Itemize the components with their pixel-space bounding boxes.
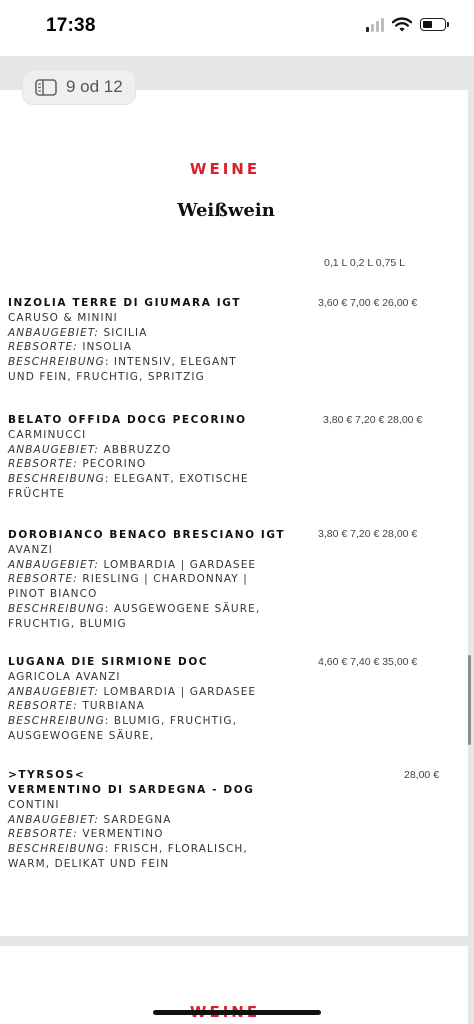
wine-grape: REBSORTE: RIESLING | CHARDONNAY | bbox=[8, 573, 248, 586]
wine-description-cont: FRÜCHTE bbox=[8, 487, 65, 500]
wine-price: 28,00 € bbox=[404, 769, 440, 781]
scrollbar[interactable] bbox=[468, 655, 471, 745]
wine-item: INZOLIA TERRE DI GIUMARA IGT CARUSO & MI… bbox=[8, 296, 448, 385]
wine-price: 3,80 € 7,20 € 28,00 € bbox=[318, 528, 418, 540]
wine-description: BESCHREIBUNG: ELEGANT, EXOTISCHE bbox=[8, 473, 249, 486]
wine-region: ANBAUGEBIET: LOMBARDIA | GARDASEE bbox=[8, 558, 257, 571]
wine-producer: AVANZI bbox=[8, 544, 53, 556]
wine-region: ANBAUGEBIET: SICILIA bbox=[8, 326, 148, 339]
page-indicator-label: 9 od 12 bbox=[66, 77, 123, 96]
wine-producer: CARMINUCCI bbox=[8, 429, 87, 441]
cellular-signal-icon bbox=[366, 17, 384, 32]
wine-item: DOROBIANCO BENACO BRESCIANO IGT AVANZI A… bbox=[8, 528, 448, 631]
wine-name: >TYRSOS< bbox=[8, 769, 86, 781]
wine-description-cont: WARM, DELIKAT UND FEIN bbox=[8, 857, 170, 870]
wine-description: BESCHREIBUNG: FRISCH, FLORALISCH, bbox=[8, 843, 248, 856]
wine-region: ANBAUGEBIET: LOMBARDIA | GARDASEE bbox=[8, 685, 257, 698]
wine-description-cont: FRUCHTIG, BLUMIG bbox=[8, 617, 127, 630]
wine-grape: REBSORTE: PECORINO bbox=[8, 458, 147, 471]
status-bar: 17:38 bbox=[0, 0, 474, 56]
wine-description: BESCHREIBUNG: INTENSIV, ELEGANT bbox=[8, 356, 237, 369]
wine-item: BELATO OFFIDA DOCG PECORINO CARMINUCCI A… bbox=[8, 413, 448, 502]
wine-price: 3,60 € 7,00 € 26,00 € bbox=[318, 297, 418, 309]
sidebar-icon bbox=[35, 78, 57, 96]
wifi-icon bbox=[392, 17, 412, 32]
wine-item: LUGANA DIE SIRMIONE DOC AGRICOLA AVANZI … bbox=[8, 655, 448, 744]
bottle-sizes-header: 0,1 L 0,2 L 0,75 L bbox=[324, 257, 405, 269]
wine-region: ANBAUGEBIET: ABBRUZZO bbox=[8, 443, 172, 456]
wine-grape: REBSORTE: VERMENTINO bbox=[8, 828, 164, 841]
wine-producer: AGRICOLA AVANZI bbox=[8, 671, 121, 683]
wine-producer: CARUSO & MININI bbox=[8, 312, 118, 324]
subsection-title: Weißwein bbox=[177, 200, 275, 221]
wine-grape: REBSORTE: INSOLIA bbox=[8, 341, 133, 354]
wine-item: >TYRSOS< VERMENTINO DI SARDEGNA - DOG CO… bbox=[8, 768, 448, 872]
wine-description: BESCHREIBUNG: AUSGEWOGENE SÄURE, bbox=[8, 602, 261, 615]
wine-name-cont: VERMENTINO DI SARDEGNA - DOG bbox=[8, 784, 255, 796]
status-time: 17:38 bbox=[46, 15, 96, 36]
wine-price: 4,60 € 7,40 € 35,00 € bbox=[318, 656, 418, 668]
wine-description-cont: UND FEIN, FRUCHTIG, SPRITZIG bbox=[8, 370, 205, 383]
section-title: WEINE bbox=[189, 160, 261, 178]
home-indicator[interactable] bbox=[153, 1010, 321, 1015]
battery-icon bbox=[420, 18, 449, 31]
page-indicator[interactable]: 9 od 12 bbox=[23, 70, 135, 104]
wine-producer: CONTINI bbox=[8, 799, 60, 811]
wine-price: 3,80 € 7,20 € 28,00 € bbox=[323, 414, 423, 426]
wine-grape-cont: PINOT BIANCO bbox=[8, 588, 98, 601]
status-icons bbox=[366, 17, 449, 32]
wine-description: BESCHREIBUNG: BLUMIG, FRUCHTIG, bbox=[8, 715, 238, 728]
wine-description-cont: AUSGEWOGENE SÄURE, bbox=[8, 729, 155, 742]
wine-grape: REBSORTE: TURBIANA bbox=[8, 700, 146, 713]
wine-region: ANBAUGEBIET: SARDEGNA bbox=[8, 813, 172, 826]
